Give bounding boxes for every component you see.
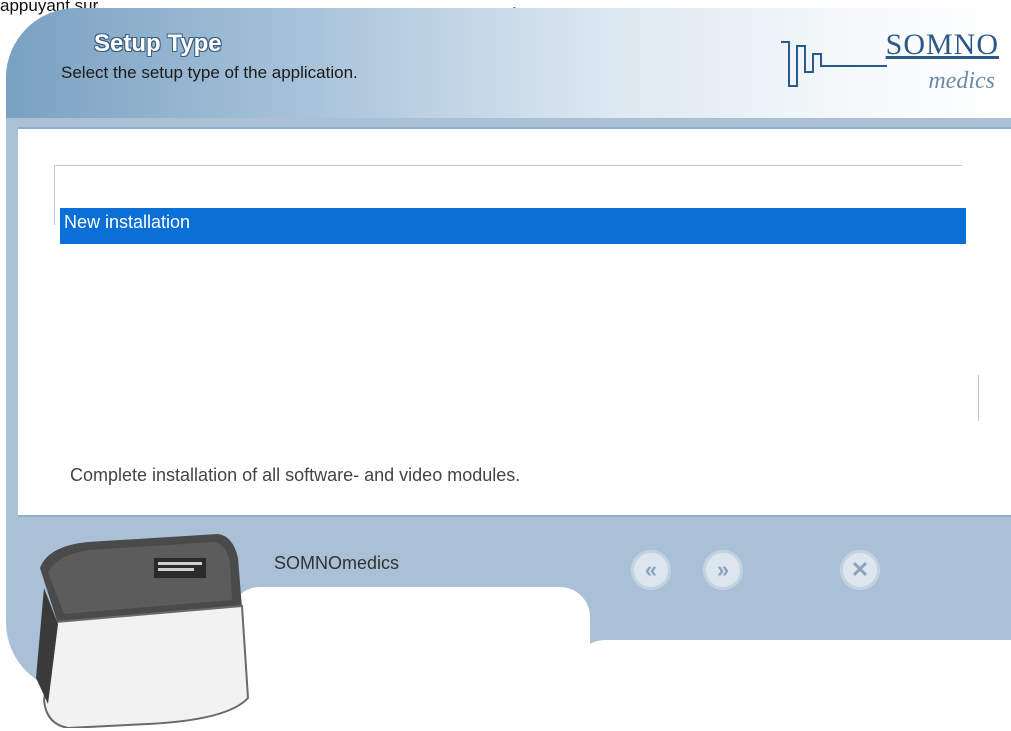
list-border-top (54, 165, 962, 166)
cancel-button[interactable]: ✕ (840, 550, 880, 590)
list-border-left (54, 165, 55, 225)
logo-word-medics: medics (928, 68, 995, 94)
page-title: Setup Type (94, 30, 222, 57)
double-chevron-right-icon: » (716, 557, 730, 582)
header-banner: Setup Type Select the setup type of the … (6, 8, 1011, 118)
device-image (36, 534, 250, 728)
close-icon: ✕ (850, 557, 870, 582)
setup-type-panel: New installation Complete installation o… (18, 127, 1011, 517)
logo-word-somno: SOMNO (885, 28, 999, 61)
setup-type-new-installation[interactable]: New installation (60, 208, 966, 244)
back-button[interactable]: « (631, 550, 671, 590)
footer-panel-right (575, 640, 1011, 700)
somnomedics-logo: SOMNO medics (779, 28, 999, 108)
next-button[interactable]: » (703, 550, 743, 590)
setup-type-description: Complete installation of all software- a… (70, 465, 521, 485)
company-label: SOMNOmedics (274, 553, 400, 573)
page-subtitle: Select the setup type of the application… (61, 63, 358, 82)
logo-wave-icon (781, 41, 887, 87)
footer-panel (230, 587, 590, 697)
double-chevron-left-icon: « (644, 557, 658, 582)
list-border-right (978, 375, 979, 421)
